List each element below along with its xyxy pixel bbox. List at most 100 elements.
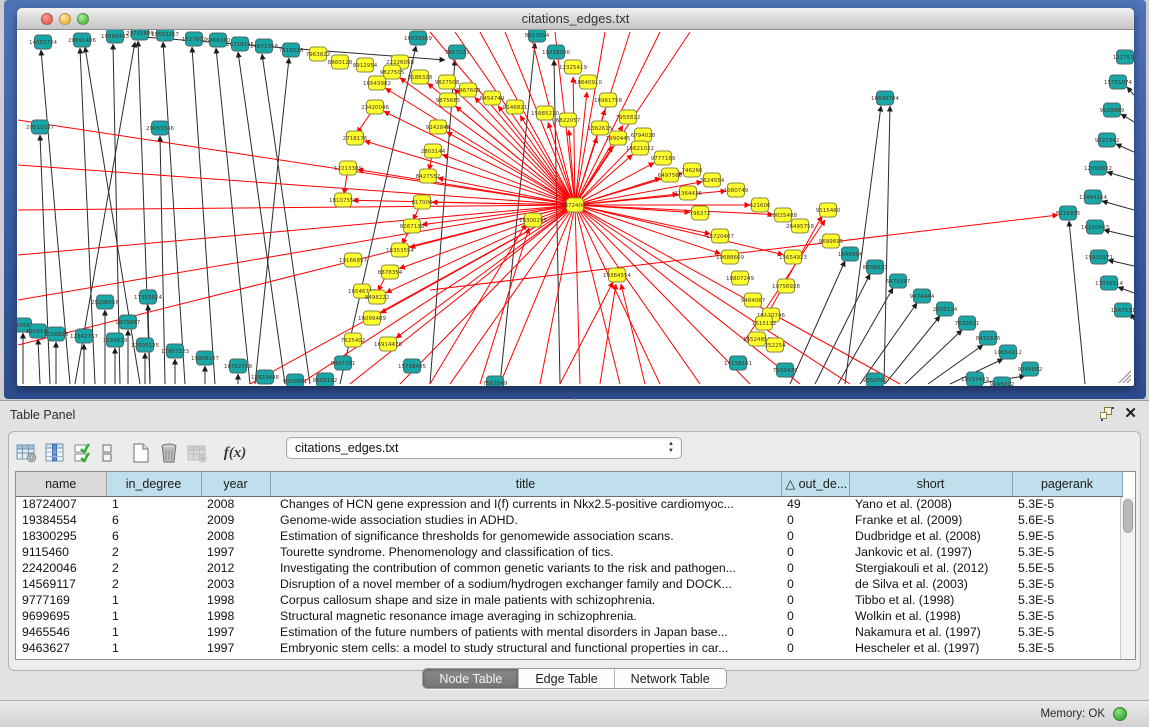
graph-node[interactable]: 8878354 xyxy=(378,265,403,279)
graph-node[interactable]: 796372 xyxy=(690,206,711,220)
graph-node[interactable]: 14138141 xyxy=(724,356,752,370)
table-row[interactable]: 1938455462009Genome-wide association stu… xyxy=(16,512,1122,528)
float-panel-icon[interactable] xyxy=(1100,407,1114,421)
graph-node[interactable]: 1154519 xyxy=(103,333,128,347)
graph-node[interactable]: 8454749 xyxy=(480,91,505,105)
graph-node[interactable]: 8860128 xyxy=(328,55,353,69)
citation-edge-black[interactable] xyxy=(1121,114,1134,122)
graph-node[interactable]: 1990445 xyxy=(606,131,631,145)
citation-edge-black[interactable] xyxy=(1102,201,1134,210)
graph-node[interactable]: 20206556 xyxy=(91,295,119,309)
citation-edge-red[interactable] xyxy=(575,205,773,215)
table-row[interactable]: 946362711997Embryonic stem cells: a mode… xyxy=(16,640,1122,656)
graph-node[interactable]: 12093832 xyxy=(1084,161,1112,175)
graph-node[interactable]: 1080749 xyxy=(724,183,749,197)
citation-edge-black[interactable] xyxy=(1107,172,1134,180)
citation-edge-black[interactable] xyxy=(845,106,881,384)
graph-node[interactable]: 817006 xyxy=(412,195,433,209)
table-row[interactable]: 969969511998Structural magnetic resonanc… xyxy=(16,608,1122,624)
graph-node[interactable]: 19166857 xyxy=(339,253,367,267)
citation-edge-red[interactable] xyxy=(18,205,575,300)
tab-node-table[interactable]: Node Table xyxy=(423,669,519,688)
graph-node[interactable]: 16961758 xyxy=(594,93,622,107)
graph-node[interactable]: 16353554 xyxy=(386,243,414,257)
graph-node[interactable]: 9146821 xyxy=(503,100,528,114)
citation-edge-black[interactable] xyxy=(1127,87,1134,95)
graph-node[interactable]: 16099489 xyxy=(358,311,386,325)
graph-node[interactable]: 9350762 xyxy=(863,373,888,386)
graph-node[interactable]: 7963822 xyxy=(306,47,331,61)
graph-node[interactable]: 17957223 xyxy=(161,344,189,358)
graph-node[interactable]: 7632621 xyxy=(955,316,980,330)
citation-edge-red[interactable] xyxy=(575,205,700,384)
tab-network-table[interactable]: Network Table xyxy=(615,669,726,688)
table-row[interactable]: 1456911722003Disruption of a novel membe… xyxy=(16,576,1122,592)
graph-node[interactable]: 9875685 xyxy=(436,93,461,107)
graph-node[interactable]: 12325419 xyxy=(559,60,587,74)
graph-node[interactable]: 9457791 xyxy=(331,356,356,370)
graph-node[interactable]: 7955812 xyxy=(616,110,641,124)
column-header-name[interactable]: name xyxy=(16,472,106,496)
show-columns-icon[interactable] xyxy=(43,441,67,465)
function-builder-icon[interactable]: f(x) xyxy=(223,441,247,465)
graph-node[interactable]: 1167531 xyxy=(1111,303,1134,317)
graph-node[interactable]: 2718176 xyxy=(343,131,368,145)
table-row[interactable]: 1830029562008Estimation of significance … xyxy=(16,528,1122,544)
table-row[interactable]: 1872400712008Changes of HCN gene express… xyxy=(16,496,1122,512)
unselect-rows-icon[interactable] xyxy=(99,441,115,465)
citation-edge-black[interactable] xyxy=(192,47,215,384)
graph-node[interactable]: 6479197 xyxy=(886,274,911,288)
delete-table-icon[interactable] xyxy=(185,441,209,465)
citation-edge-red[interactable] xyxy=(399,205,575,269)
graph-node[interactable]: 10756928 xyxy=(772,279,800,293)
graph-node[interactable]: 3624554 xyxy=(700,173,725,187)
citation-edge-red[interactable] xyxy=(400,205,575,384)
graph-node[interactable]: 18640910 xyxy=(574,75,602,89)
select-all-icon[interactable] xyxy=(71,441,95,465)
network-table-selector[interactable]: citations_edges.txt ▲▼ xyxy=(286,437,682,459)
citation-edge-red[interactable] xyxy=(600,284,616,384)
close-panel-icon[interactable]: ✕ xyxy=(1124,407,1137,421)
citation-edge-black[interactable] xyxy=(1116,144,1134,152)
graph-node[interactable]: 9498222 xyxy=(365,290,390,304)
graph-node[interactable]: 15751074 xyxy=(1104,75,1132,89)
column-header-pagerank[interactable]: pagerank xyxy=(1012,472,1122,496)
citation-edge-black[interactable] xyxy=(255,58,289,384)
citation-edge-black[interactable] xyxy=(163,42,185,384)
graph-node[interactable]: 19218506 xyxy=(542,45,570,59)
graph-node[interactable]: 20691406 xyxy=(68,33,96,47)
graph-node[interactable]: 6497568 xyxy=(658,168,683,182)
citation-edge-black[interactable] xyxy=(160,136,165,384)
graph-node[interactable]: 9975887 xyxy=(116,315,141,329)
citation-edge-red[interactable] xyxy=(365,141,575,205)
graph-node[interactable]: 621600 xyxy=(750,198,771,212)
graph-node[interactable]: 10654112 xyxy=(994,345,1022,359)
graph-node[interactable]: 7515526 xyxy=(279,43,304,57)
delete-rows-trash-icon[interactable] xyxy=(157,441,181,465)
citation-edge-red[interactable] xyxy=(500,205,575,384)
graph-node[interactable]: 9115460 xyxy=(816,203,841,217)
citation-edge-black[interactable] xyxy=(262,54,310,384)
column-header-short[interactable]: short xyxy=(849,472,1012,496)
graph-node[interactable]: 2967608 xyxy=(456,83,481,97)
citation-edge-black[interactable] xyxy=(1104,230,1134,237)
column-header-title[interactable]: title xyxy=(270,472,781,496)
graph-node[interactable]: 14055724 xyxy=(29,35,57,49)
graph-node[interactable]: 9350861 xyxy=(283,374,308,386)
graph-node[interactable]: 8938923 xyxy=(863,260,888,274)
graph-node[interactable]: 12505135 xyxy=(131,338,159,352)
graph-node[interactable]: 9474444 xyxy=(910,289,935,303)
scrollbar-thumb[interactable] xyxy=(1123,499,1133,533)
new-document-icon[interactable] xyxy=(129,441,153,465)
graph-node[interactable]: 252254 xyxy=(765,338,786,352)
network-window-titlebar[interactable]: citations_edges.txt xyxy=(17,8,1134,30)
citation-edge-red[interactable] xyxy=(575,205,620,384)
graph-node[interactable]: 8912954 xyxy=(353,58,378,72)
graph-node[interactable]: 10688609 xyxy=(716,250,744,264)
graph-node[interactable]: 7562849 xyxy=(483,376,508,386)
graph-node[interactable]: 10197433 xyxy=(961,372,989,386)
graph-node[interactable]: 8215935 xyxy=(1056,206,1081,220)
graph-node[interactable]: 2803144 xyxy=(421,144,446,158)
citation-edge-black[interactable] xyxy=(885,316,940,384)
citation-edge-red[interactable] xyxy=(575,205,660,384)
